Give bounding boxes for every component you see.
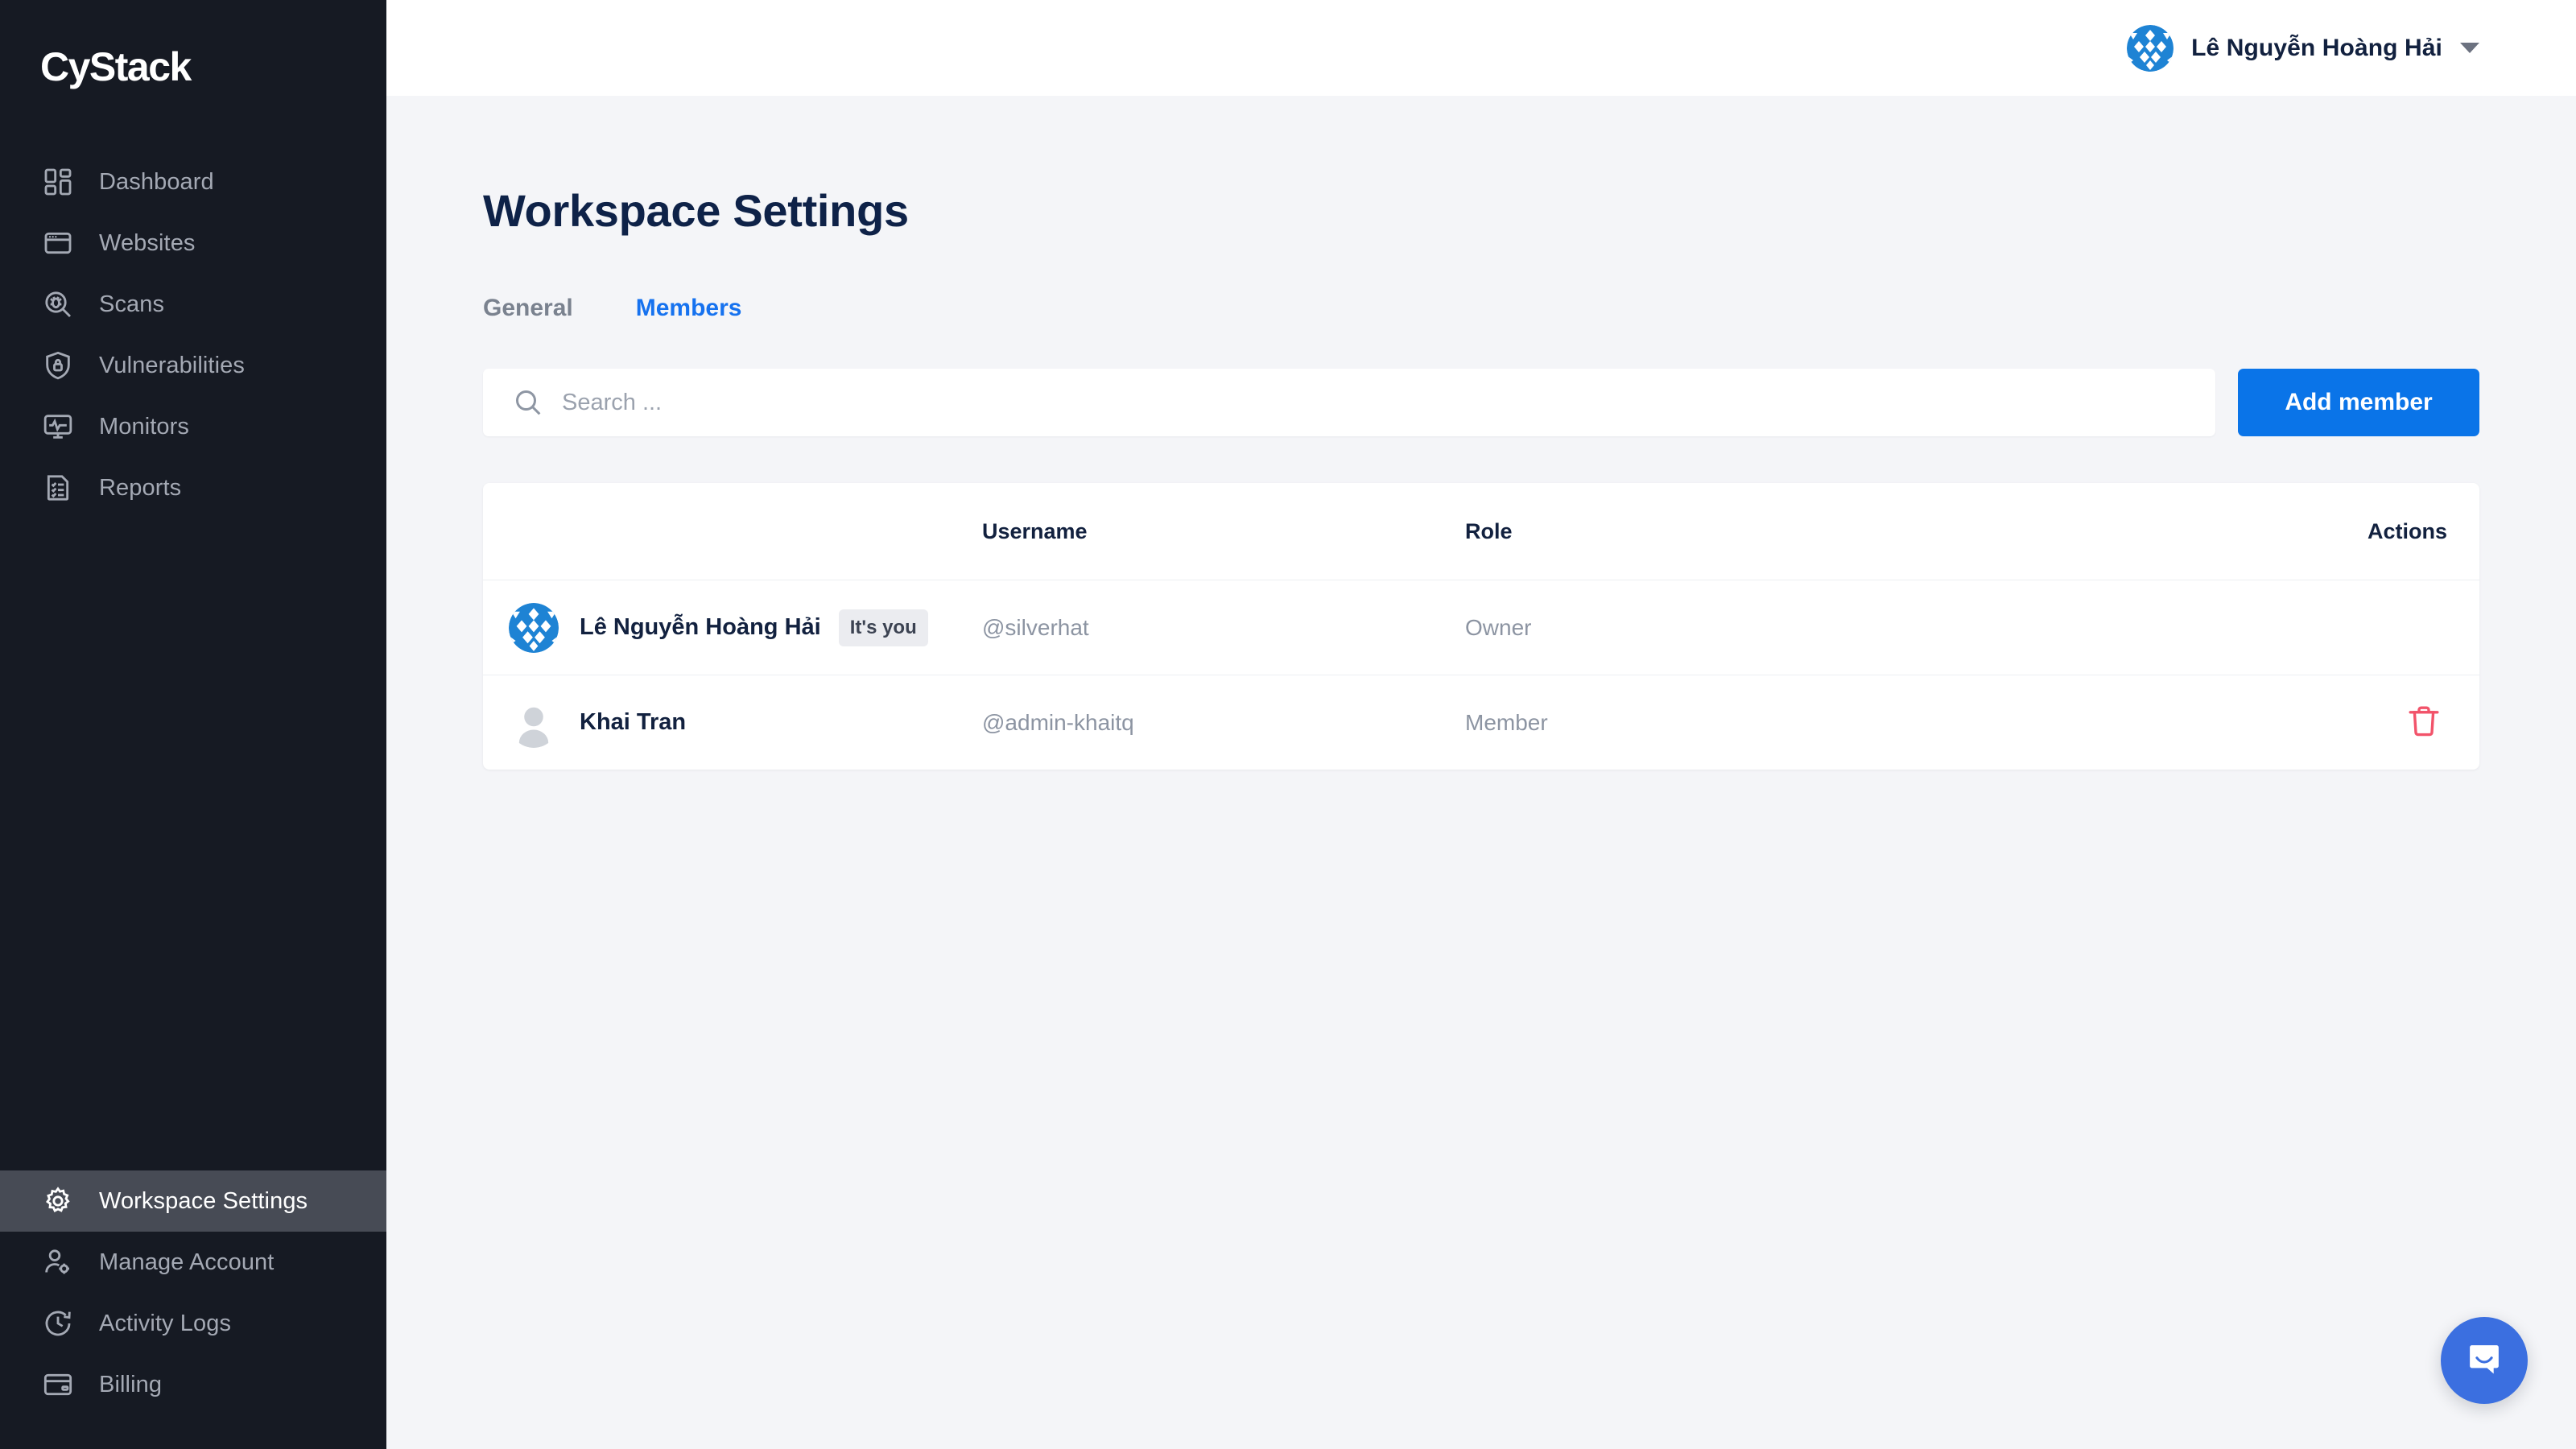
sidebar-item-label: Dashboard bbox=[99, 168, 214, 195]
monitor-pulse-icon bbox=[40, 409, 76, 444]
search-icon bbox=[512, 386, 544, 419]
sidebar-item-label: Manage Account bbox=[99, 1249, 275, 1275]
column-header-role: Role bbox=[1465, 518, 1513, 543]
members-table: Username Role Actions Lê Nguyễn Hoàng Hả… bbox=[483, 483, 2479, 770]
sidebar-item-label: Vulnerabilities bbox=[99, 352, 245, 378]
gear-icon bbox=[40, 1183, 76, 1219]
status-badge: It's you bbox=[838, 609, 928, 646]
topbar: Lê Nguyễn Hoàng Hải bbox=[386, 0, 2576, 96]
sidebar-item-label: Scans bbox=[99, 291, 165, 317]
tab-general[interactable]: General bbox=[483, 295, 573, 322]
grid-icon bbox=[40, 164, 76, 200]
sidebar-item-label: Activity Logs bbox=[99, 1310, 232, 1336]
trash-icon bbox=[2405, 702, 2443, 743]
member-name: Khai Tran bbox=[580, 709, 687, 735]
sidebar-item-dashboard[interactable]: Dashboard bbox=[0, 151, 386, 213]
shield-lock-icon bbox=[40, 348, 76, 383]
user-name: Lê Nguyễn Hoàng Hải bbox=[2191, 34, 2442, 61]
sidebar-item-label: Workspace Settings bbox=[99, 1187, 308, 1214]
sidebar-nav-secondary: Workspace Settings Manage Account Activi… bbox=[0, 1170, 386, 1449]
member-name: Lê Nguyễn Hoàng Hải bbox=[580, 614, 821, 640]
chevron-down-icon[interactable] bbox=[2460, 43, 2479, 53]
sidebar-item-workspace-settings[interactable]: Workspace Settings bbox=[0, 1170, 386, 1232]
sidebar-item-manage-account[interactable]: Manage Account bbox=[0, 1232, 386, 1293]
default-person-avatar bbox=[509, 697, 559, 748]
clipboard-checklist-icon bbox=[40, 470, 76, 506]
sidebar-item-scans[interactable]: Scans bbox=[0, 274, 386, 335]
page-title: Workspace Settings bbox=[483, 185, 909, 236]
main-area: Lê Nguyễn Hoàng Hải Workspace Settings G… bbox=[386, 0, 2576, 1449]
sidebar-item-label: Websites bbox=[99, 229, 196, 256]
clock-history-icon bbox=[40, 1306, 76, 1341]
member-username: @admin-khaitq bbox=[982, 709, 1134, 735]
sidebar-item-vulnerabilities[interactable]: Vulnerabilities bbox=[0, 335, 386, 396]
sidebar-item-websites[interactable]: Websites bbox=[0, 213, 386, 274]
sidebar-item-label: Billing bbox=[99, 1371, 163, 1397]
table-row: Lê Nguyễn Hoàng Hải It's you @silverhat … bbox=[483, 580, 2479, 675]
user-gear-icon bbox=[40, 1245, 76, 1280]
sidebar-item-billing[interactable]: Billing bbox=[0, 1354, 386, 1415]
identicon-avatar bbox=[2127, 24, 2174, 72]
member-username: @silverhat bbox=[982, 614, 1089, 640]
content-area: Workspace Settings General Members Add m… bbox=[386, 96, 2576, 1449]
browser-window-icon bbox=[40, 225, 76, 261]
sidebar-item-reports[interactable]: Reports bbox=[0, 457, 386, 518]
sidebar-item-activity-logs[interactable]: Activity Logs bbox=[0, 1293, 386, 1354]
settings-tabs: General Members bbox=[483, 295, 2479, 322]
sidebar-item-monitors[interactable]: Monitors bbox=[0, 396, 386, 457]
add-member-button[interactable]: Add member bbox=[2238, 369, 2479, 436]
app-root: CyStack Dashboard Websites Scans Vulnera… bbox=[0, 0, 2576, 1449]
column-header-username: Username bbox=[982, 518, 1088, 543]
credit-card-icon bbox=[40, 1367, 76, 1402]
identicon-avatar bbox=[509, 602, 559, 653]
sidebar-nav-primary: Dashboard Websites Scans Vulnerabilities… bbox=[0, 151, 386, 518]
brand-logo[interactable]: CyStack bbox=[0, 0, 386, 137]
chat-widget-button[interactable] bbox=[2441, 1317, 2528, 1404]
tab-members[interactable]: Members bbox=[636, 295, 742, 322]
sidebar-item-label: Monitors bbox=[99, 413, 189, 440]
svg-text:CyStack: CyStack bbox=[40, 46, 192, 89]
member-role: Member bbox=[1465, 709, 1548, 735]
bug-magnifier-icon bbox=[40, 287, 76, 322]
sidebar: CyStack Dashboard Websites Scans Vulnera… bbox=[0, 0, 386, 1449]
user-menu[interactable]: Lê Nguyễn Hoàng Hải bbox=[2127, 24, 2479, 72]
delete-member-button[interactable] bbox=[2401, 700, 2447, 746]
search-input[interactable] bbox=[562, 389, 2215, 416]
members-toolbar: Add member bbox=[483, 369, 2479, 436]
search-box[interactable] bbox=[483, 369, 2215, 436]
member-role: Owner bbox=[1465, 614, 1532, 640]
row-actions bbox=[2286, 700, 2479, 746]
intercom-chat-icon bbox=[2463, 1339, 2505, 1383]
column-header-actions: Actions bbox=[2367, 518, 2447, 543]
table-row: Khai Tran @admin-khaitq Member bbox=[483, 675, 2479, 770]
sidebar-item-label: Reports bbox=[99, 474, 182, 501]
table-header-row: Username Role Actions bbox=[483, 483, 2479, 580]
